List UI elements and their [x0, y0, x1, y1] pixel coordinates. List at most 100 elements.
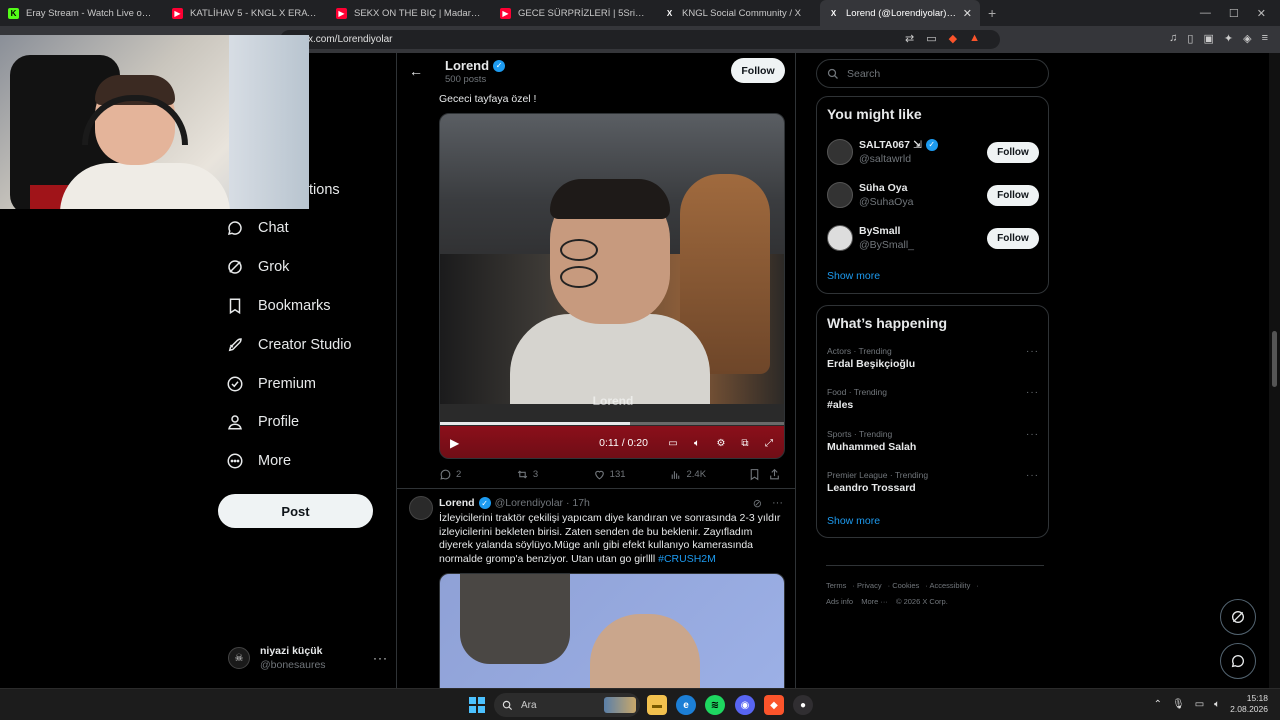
footer-link[interactable]: Ads info [826, 597, 853, 606]
video-player[interactable]: Lorend ▶ 0:11 / 0:20 ▭ 🔈︎ ⚙ ⧉ ⤢ [439, 113, 785, 459]
browser-tab[interactable]: ▶ KATLİHAV 5 - KNGL X ERAY067 & M [164, 0, 328, 26]
fullscreen-icon[interactable]: ⤢ [762, 437, 776, 449]
cast-icon[interactable]: ▭ [926, 32, 936, 45]
search-input[interactable]: Search [816, 59, 1049, 88]
tweet-tools: ⊘ ··· [753, 497, 783, 510]
play-icon[interactable]: ▶ [450, 436, 459, 450]
hashtag-link[interactable]: #CRUSH2M [658, 553, 716, 565]
edge-icon[interactable]: e [676, 695, 696, 715]
nav-item-grok[interactable]: Grok [218, 248, 388, 287]
share-action[interactable] [768, 468, 785, 481]
footer-link[interactable]: Cookies [892, 581, 919, 590]
brave-icon[interactable]: ◆ [764, 695, 784, 715]
page-scrollbar[interactable] [1269, 53, 1280, 688]
tweet-media[interactable] [439, 573, 785, 688]
reply-action[interactable]: 2 [439, 468, 516, 481]
tray-overflow-icon[interactable]: ⌃ [1154, 699, 1162, 710]
follow-button[interactable]: Follow [987, 141, 1039, 163]
suggestion-row[interactable]: SALTA067 ⇲ ✓ @saltawrld Follow [827, 135, 1039, 169]
tweet-more-icon[interactable]: ··· [772, 497, 783, 510]
browser-tab-active[interactable]: X Lorend (@Lorendiyolar) / X ✕ [820, 0, 980, 26]
bookmark-action[interactable] [748, 468, 768, 481]
views-action[interactable]: 2.4K [669, 468, 748, 481]
nav-partial-label[interactable]: tions [309, 182, 340, 198]
trend-item[interactable]: Food · Trending #ales ··· [827, 387, 1039, 417]
windows-start-icon[interactable] [469, 697, 485, 713]
microphone-icon[interactable]: 🎙︎ [1172, 699, 1185, 710]
taskbar-search[interactable]: Ara [494, 693, 640, 717]
trend-more-icon[interactable]: ··· [1026, 470, 1039, 481]
suggestion-name: SALTA067 ⇲ [859, 139, 922, 151]
nav-item-premium[interactable]: Premium [218, 364, 388, 403]
nav-item-creator-studio[interactable]: Creator Studio [218, 325, 388, 364]
video-progress-bar[interactable] [440, 422, 784, 425]
brave-shield-icon[interactable]: ◆ [949, 32, 957, 45]
account-more-icon[interactable]: ··· [373, 651, 388, 665]
show-more-link[interactable]: Show more [827, 515, 880, 527]
tweet-author-handle[interactable]: @Lorendiyolar · 17h [495, 497, 590, 509]
clock[interactable]: 15:18 2.08.2026 [1230, 693, 1268, 715]
nav-item-profile[interactable]: Profile [218, 403, 388, 442]
show-more-link[interactable]: Show more [827, 270, 880, 282]
translate-icon[interactable]: ⇄ [905, 32, 914, 45]
browser-tab[interactable]: K Eray Stream - Watch Live on Kick [0, 0, 164, 26]
network-icon[interactable]: ▭ [1195, 699, 1204, 710]
menu-icon[interactable]: ≡ [1262, 32, 1268, 45]
footer-link[interactable]: Privacy [857, 581, 882, 590]
trend-more-icon[interactable]: ··· [1026, 346, 1039, 357]
suggestion-row[interactable]: Süha Oya @SuhaOya Follow [827, 178, 1039, 212]
close-tab-icon[interactable]: ✕ [957, 7, 972, 20]
trend-item[interactable]: Premier League · Trending Leandro Trossa… [827, 470, 1039, 500]
trend-item[interactable]: Sports · Trending Muhammed Salah ··· [827, 429, 1039, 459]
volume-icon[interactable]: 🔈︎ [1214, 699, 1220, 710]
nav-item-more[interactable]: More [218, 442, 388, 481]
spotify-icon[interactable]: ≋ [705, 695, 725, 715]
tweet-author-name[interactable]: Lorend [439, 497, 475, 509]
vpn-icon[interactable]: ◈ [1243, 32, 1251, 45]
account-switcher[interactable]: ☠ niyazi küçük @bonesaures ··· [228, 643, 388, 673]
browser-tab[interactable]: ▶ SEKX ON THE BIÇ | Madara Olduk #7 [328, 0, 492, 26]
wallet-icon[interactable]: ▣ [1203, 32, 1213, 45]
back-arrow-icon[interactable]: ← [409, 63, 423, 79]
nav-item-label: Creator Studio [258, 336, 352, 353]
footer-link[interactable]: More ··· [861, 597, 888, 606]
url-field[interactable]: x.com/Lorendiyolar [280, 30, 1000, 49]
trend-more-icon[interactable]: ··· [1026, 387, 1039, 398]
file-explorer-icon[interactable]: ▬ [647, 695, 667, 715]
picture-in-picture-icon[interactable]: ⧉ [738, 437, 752, 449]
minimize-icon[interactable]: — [1200, 7, 1211, 20]
captions-icon[interactable]: ▭ [666, 437, 680, 449]
grok-explain-icon[interactable]: ⊘ [753, 497, 762, 510]
browser-tab[interactable]: X KNGL Social Community / X [656, 0, 820, 26]
messages-fab-button[interactable] [1220, 643, 1256, 679]
music-icon[interactable]: ♫ [1169, 32, 1177, 45]
grok-fab-button[interactable] [1220, 599, 1256, 635]
like-action[interactable]: 131 [593, 468, 670, 481]
follow-button[interactable]: Follow [731, 58, 785, 83]
nav-item-chat[interactable]: Chat [218, 209, 388, 248]
obs-icon[interactable]: ● [793, 695, 813, 715]
account-names: niyazi küçük @bonesaures [260, 644, 326, 672]
settings-icon[interactable]: ⚙ [714, 437, 728, 449]
repost-action[interactable]: 3 [516, 468, 593, 481]
close-window-icon[interactable]: ✕ [1257, 7, 1266, 20]
follow-button[interactable]: Follow [987, 184, 1039, 206]
scrollbar-thumb[interactable] [1272, 331, 1277, 387]
suggestion-row[interactable]: BySmall @BySmall_ Follow [827, 221, 1039, 255]
trend-item[interactable]: Actors · Trending Erdal Beşikçioğlu ··· [827, 346, 1039, 376]
trend-more-icon[interactable]: ··· [1026, 429, 1039, 440]
extensions-icon[interactable]: ✦ [1224, 32, 1233, 45]
follow-button[interactable]: Follow [987, 227, 1039, 249]
footer-link[interactable]: Terms [826, 581, 846, 590]
avatar[interactable] [409, 496, 433, 520]
sidebar-icon[interactable]: ▯ [1187, 32, 1193, 45]
footer-link[interactable]: Accessibility [929, 581, 970, 590]
post-button[interactable]: Post [218, 494, 373, 528]
new-tab-button[interactable]: + [988, 5, 996, 21]
rewards-icon[interactable]: ▲ [969, 32, 980, 45]
volume-icon[interactable]: 🔈︎ [690, 437, 704, 449]
browser-tab[interactable]: ▶ GECE SÜRPRİZLERİ | 5Sriders | Motor [492, 0, 656, 26]
maximize-icon[interactable]: ☐ [1229, 7, 1239, 20]
nav-item-bookmarks[interactable]: Bookmarks [218, 287, 388, 326]
discord-icon[interactable]: ◉ [735, 695, 755, 715]
